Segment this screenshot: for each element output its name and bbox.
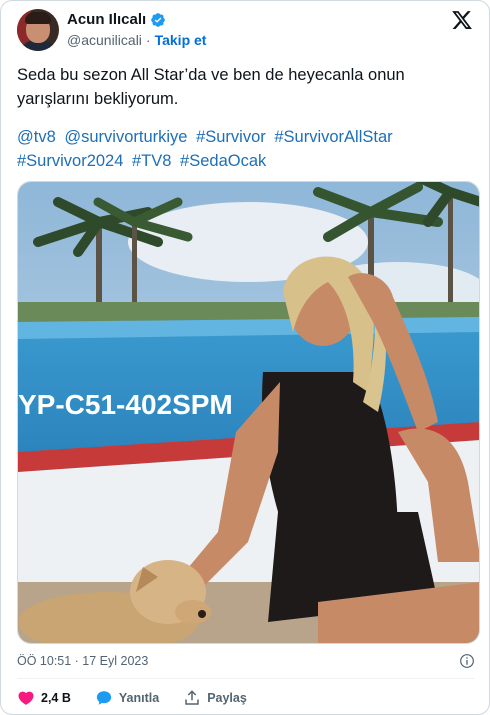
heart-icon — [18, 691, 34, 705]
like-count: 2,4 B — [41, 691, 71, 705]
tweet-header: Acun Ilıcalı @acunilicali · Takip et — [17, 9, 475, 53]
handle-separator: · — [145, 32, 151, 48]
hashtag-link[interactable]: #TV8 — [132, 152, 171, 170]
hashtag-link[interactable]: #SurvivorAllStar — [274, 128, 392, 146]
boat-registration-text: YP-C51-402SPM — [18, 389, 233, 420]
action-bar: 2,4 B Yanıtla Paylaş — [17, 687, 271, 709]
tweet-hashtags: @tv8 @survivorturkiye #Survivor #Survivo… — [17, 125, 477, 173]
reply-button[interactable]: Yanıtla — [95, 689, 159, 707]
tweet-photo[interactable]: YP-C51-402SPM — [17, 181, 480, 644]
hashtag-link[interactable]: #Survivor — [196, 128, 266, 146]
mention-link[interactable]: @survivorturkiye — [64, 128, 187, 146]
author-avatar[interactable] — [17, 9, 59, 51]
author-name[interactable]: Acun Ilıcalı — [67, 11, 146, 28]
reply-label: Yanıtla — [118, 691, 160, 705]
tweet-text: Seda bu sezon All Star’da ve ben de heye… — [17, 63, 477, 111]
share-icon — [185, 690, 199, 705]
divider — [17, 678, 475, 679]
verified-badge-icon — [151, 12, 166, 27]
author-handle[interactable]: @acunilicali — [67, 32, 142, 48]
follow-button[interactable]: Takip et — [155, 32, 207, 48]
reply-bubble-icon — [96, 691, 112, 705]
tweet-card: Acun Ilıcalı @acunilicali · Takip et Sed… — [0, 0, 490, 715]
share-button[interactable]: Paylaş — [183, 689, 247, 707]
photo-illustration: YP-C51-402SPM — [18, 182, 479, 643]
tweet-text-line-1: Seda bu sezon All Star’da ve ben de heye… — [17, 66, 405, 84]
info-icon[interactable] — [459, 653, 475, 669]
hashtag-line-1: @tv8 @survivorturkiye #Survivor #Survivo… — [17, 125, 477, 149]
hashtag-link[interactable]: #SedaOcak — [180, 152, 266, 170]
author-name-row: Acun Ilıcalı — [67, 11, 166, 28]
avatar-hair — [25, 12, 51, 24]
mention-link[interactable]: @tv8 — [17, 128, 56, 146]
tweet-text-line-2: yarışlarını bekliyorum. — [17, 90, 179, 108]
share-label: Paylaş — [207, 691, 247, 705]
x-logo-icon[interactable] — [451, 9, 473, 31]
author-handle-row: @acunilicali · Takip et — [67, 32, 206, 48]
hashtag-link[interactable]: #Survivor2024 — [17, 152, 123, 170]
like-button[interactable]: 2,4 B — [17, 689, 71, 707]
tweet-timestamp[interactable]: ÖÖ 10:51 · 17 Eyl 2023 — [17, 654, 148, 668]
hashtag-line-2: #Survivor2024 #TV8 #SedaOcak — [17, 149, 477, 173]
